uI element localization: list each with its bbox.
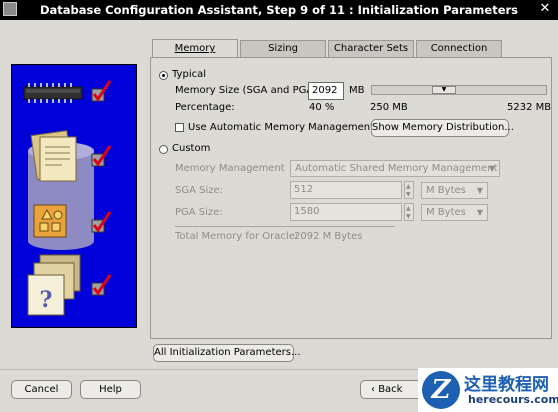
memory-management-label: Memory Management (175, 163, 285, 174)
sga-unit-select[interactable]: M Bytes ▼ (421, 182, 488, 199)
documents-icon (30, 130, 77, 182)
tab-memory[interactable]: Memory (152, 39, 238, 58)
step-complete-check-icon (91, 211, 112, 233)
tab-character-sets[interactable]: Character Sets (328, 40, 414, 58)
custom-label: Custom (172, 143, 211, 154)
close-window-icon[interactable]: ✕ (538, 2, 552, 16)
step-complete-check-icon (91, 145, 112, 167)
percentage-label: Percentage: (175, 102, 235, 113)
spinner-down-icon: ▼ (406, 213, 411, 220)
chevron-down-icon: ▼ (488, 164, 495, 173)
shapes-icon (33, 204, 67, 238)
amm-checkbox[interactable] (175, 123, 184, 132)
custom-radio[interactable] (159, 145, 168, 154)
show-memory-distribution-button[interactable]: Show Memory Distribution... (371, 119, 514, 137)
chevron-down-icon: ▼ (476, 208, 483, 217)
pga-unit-select[interactable]: M Bytes ▼ (421, 204, 488, 221)
tab-sizing[interactable]: Sizing (240, 40, 326, 58)
pga-unit-value: M Bytes (426, 207, 466, 218)
back-arrow-icon: ‹ (371, 384, 375, 395)
help-folders-icon: ? (27, 254, 81, 316)
pga-size-input[interactable]: 1580 (290, 203, 402, 221)
back-button-label: Back (378, 384, 403, 395)
slider-min-label: 250 MB (370, 102, 408, 113)
spinner-up-icon: ▲ (406, 183, 411, 190)
memory-chip-icon (23, 83, 83, 103)
step-complete-check-icon (91, 274, 112, 296)
sga-size-spinner[interactable]: ▲ ▼ (404, 181, 414, 199)
watermark-logo: Z 这里教程网 herecours.com (418, 368, 558, 412)
amm-label: Use Automatic Memory Management (188, 122, 375, 133)
tab-connection-mode[interactable]: Connection Mode (416, 40, 502, 70)
pga-size-label: PGA Size: (175, 207, 223, 218)
typical-radio[interactable] (159, 71, 168, 80)
tab-sizing-label: Sizing (268, 43, 298, 54)
sga-size-label: SGA Size: (175, 185, 224, 196)
sga-unit-value: M Bytes (426, 185, 466, 196)
memory-size-unit: MB (349, 85, 365, 96)
watermark-text: 这里教程网 (464, 375, 549, 395)
total-memory-value: 2092 M Bytes (294, 231, 363, 242)
spinner-up-icon: ▲ (406, 205, 411, 212)
typical-label: Typical (172, 69, 206, 80)
chevron-down-icon: ▼ (476, 186, 483, 195)
tab-memory-label: Memory (174, 43, 216, 54)
cancel-button[interactable]: Cancel (11, 380, 72, 399)
watermark-url: herecours.com (468, 393, 558, 406)
tab-character-sets-label: Character Sets (333, 43, 409, 54)
all-initialization-parameters-button[interactable]: All Initialization Parameters... (153, 344, 301, 362)
percentage-value: 40 % (309, 102, 335, 113)
total-memory-label: Total Memory for Oracle: (175, 231, 299, 242)
divider (175, 226, 395, 227)
spinner-down-icon: ▼ (406, 191, 411, 198)
wizard-illustration-panel: ? (11, 64, 137, 328)
memory-management-value: Automatic Shared Memory Management (295, 163, 498, 174)
sga-size-input[interactable]: 512 (290, 181, 402, 199)
pga-size-spinner[interactable]: ▲ ▼ (404, 203, 414, 221)
memory-management-select[interactable]: Automatic Shared Memory Management ▼ (290, 160, 500, 177)
slider-max-label: 5232 MB (507, 102, 552, 113)
memory-slider-thumb[interactable]: ▼ (432, 86, 456, 94)
title-bar: Database Configuration Assistant, Step 9… (0, 0, 558, 20)
memory-size-input[interactable]: 2092 (308, 82, 344, 100)
step-complete-check-icon (91, 80, 112, 102)
help-button[interactable]: Help (80, 380, 141, 399)
window-title: Database Configuration Assistant, Step 9… (39, 3, 519, 17)
svg-text:?: ? (40, 287, 53, 313)
memory-size-label: Memory Size (SGA and PGA): (175, 85, 321, 96)
watermark-mark: Z (422, 371, 460, 409)
wizard-illustration: ? (23, 80, 112, 316)
memory-slider[interactable]: ▼ (371, 85, 547, 95)
memory-panel: Typical Memory Size (SGA and PGA): 2092 … (150, 57, 552, 339)
